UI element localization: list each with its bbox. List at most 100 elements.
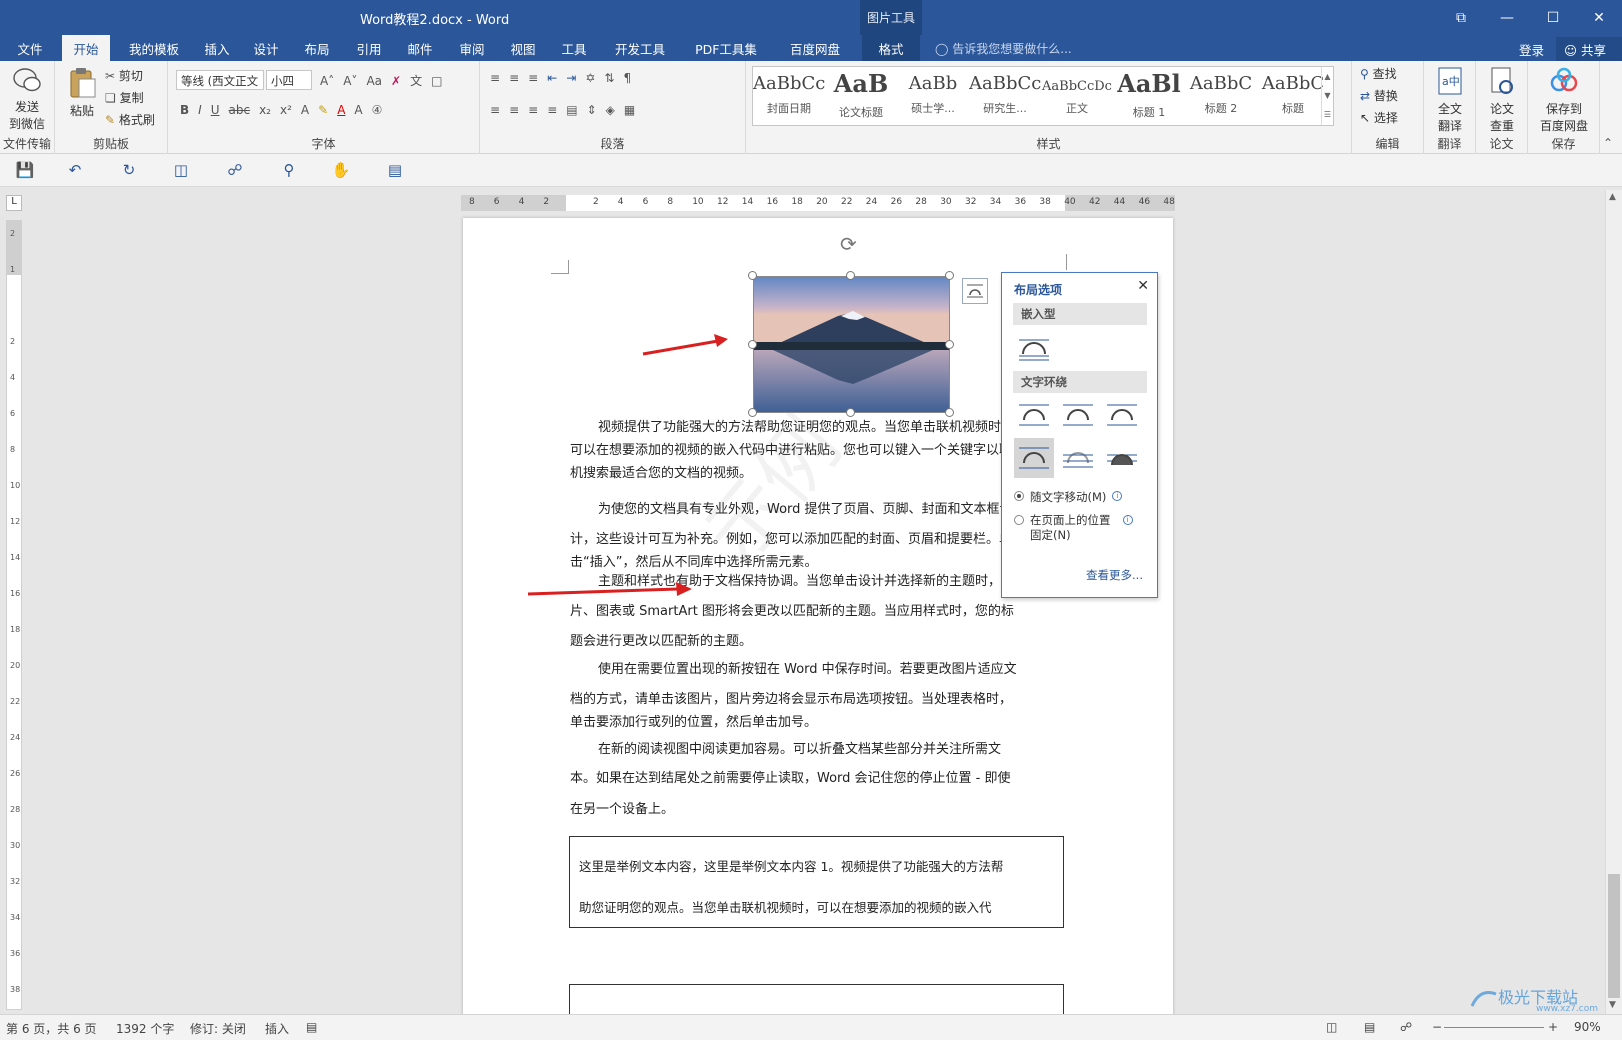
info-icon[interactable]: i	[1112, 491, 1123, 501]
page-count[interactable]: 第 6 页，共 6 页	[6, 1020, 97, 1037]
text-effects-icon[interactable]: A	[301, 103, 309, 117]
see-more-link[interactable]: 查看更多...	[1086, 567, 1143, 583]
resize-handle[interactable]	[945, 340, 954, 349]
style-item[interactable]: AaBbC 标题	[1257, 67, 1329, 125]
web-layout-icon[interactable]: ☍	[224, 160, 246, 180]
web-layout-view-icon[interactable]: ☍	[1400, 1020, 1412, 1034]
grow-font-icon[interactable]: A˄	[320, 74, 334, 88]
line-spacing-icon[interactable]: ⇕	[587, 103, 597, 117]
scrollbar-thumb[interactable]	[1608, 874, 1620, 998]
fix-position-radio[interactable]: 在页面上的位置 固定(N) i	[1014, 513, 1133, 543]
tab-selector[interactable]: L	[6, 195, 22, 211]
collapse-ribbon-icon[interactable]: ⌃	[1603, 136, 1613, 150]
ribbon-display-options-button[interactable]: ⧉	[1438, 0, 1484, 35]
print-preview-icon[interactable]: ⚲	[278, 160, 300, 180]
pinyin-icon[interactable]: 文	[410, 72, 422, 89]
selected-picture[interactable]	[748, 271, 954, 417]
info-icon[interactable]: i	[1122, 515, 1133, 525]
tab-14[interactable]: 格式	[862, 35, 920, 61]
style-item[interactable]: AaBbCc 研究生...	[969, 67, 1041, 125]
align-right-icon[interactable]: ≡	[528, 103, 538, 117]
tab-4[interactable]: 设计	[248, 35, 284, 61]
numbering-icon[interactable]: ≡	[509, 71, 519, 85]
style-item[interactable]: AaBb 硕士学...	[897, 67, 969, 125]
tab-3[interactable]: 插入	[198, 35, 236, 61]
customize-qat-icon[interactable]: ▤	[384, 160, 406, 180]
track-changes-status[interactable]: 修订: 关闭	[190, 1020, 246, 1037]
styles-gallery[interactable]: AaBbCc 封面日期 AaB 论文标题 AaBb 硕士学... AaBbCc 研究生... A…	[752, 66, 1334, 126]
enclose-char-icon[interactable]: ④	[372, 103, 383, 117]
style-item[interactable]: AaBbCc 封面日期	[753, 67, 825, 125]
increase-indent-icon[interactable]: ⇥	[566, 71, 576, 85]
vertical-ruler[interactable]: 2 1 2 4 6 8 10 12 14 16 18 20 22 24 26 28 30 32 34 36 38	[6, 220, 22, 1010]
print-layout-view-icon[interactable]: ▤	[1364, 1020, 1375, 1034]
superscript-icon[interactable]: x²	[280, 103, 292, 117]
clear-format-icon[interactable]: ✗	[391, 74, 401, 88]
zoom-slider[interactable]	[1444, 1027, 1544, 1028]
read-mode-view-icon[interactable]: ◫	[1326, 1020, 1337, 1034]
minimize-button[interactable]: —	[1484, 0, 1530, 35]
font-size-select[interactable]: 小四	[266, 70, 312, 90]
find-button[interactable]: ⚲ 查找	[1360, 65, 1397, 82]
undo-icon[interactable]: ↶	[64, 160, 86, 180]
scroll-up-icon[interactable]: ▲	[1609, 192, 1616, 202]
font-color-icon[interactable]: A	[337, 103, 345, 117]
login-link[interactable]: 登录	[1519, 40, 1544, 59]
tab-7[interactable]: 邮件	[400, 35, 440, 61]
char-shading-icon[interactable]: A	[354, 103, 362, 117]
replace-button[interactable]: ⇄ 替换	[1360, 87, 1398, 104]
highlight-icon[interactable]: ✎	[318, 103, 328, 117]
align-center-icon[interactable]: ≡	[509, 103, 519, 117]
resize-handle[interactable]	[748, 271, 757, 280]
redo-icon[interactable]: ↻	[118, 160, 140, 180]
resize-handle[interactable]	[846, 271, 855, 280]
zoom-out-icon[interactable]: −	[1432, 1020, 1442, 1034]
format-painter-button[interactable]: ✎ 格式刷	[105, 111, 155, 128]
send-wechat-button[interactable]: 发送 到微信	[8, 65, 46, 132]
subscript-icon[interactable]: x₂	[259, 103, 271, 117]
tab-8[interactable]: 审阅	[452, 35, 492, 61]
underline-icon[interactable]: U	[211, 103, 220, 117]
tab-0[interactable]: 文件	[14, 35, 46, 61]
wrap-behind-text-option[interactable]	[1058, 438, 1098, 478]
multilevel-list-icon[interactable]: ≡	[528, 71, 538, 85]
tab-9[interactable]: 视图	[504, 35, 542, 61]
tell-me-box[interactable]: ◯ 告诉我您想要做什么...	[935, 40, 1072, 57]
touch-mode-icon[interactable]: ✋	[330, 160, 352, 180]
tab-12[interactable]: PDF工具集	[686, 35, 766, 61]
move-with-text-radio[interactable]: 随文字移动(M) i	[1014, 489, 1123, 505]
text-box[interactable]: 这里是举例文本内容，这里是举例文本内容 1。视频提供了功能强大的方法帮 助您证明…	[569, 836, 1064, 928]
tab-10[interactable]: 工具	[554, 35, 594, 61]
strikethrough-icon[interactable]: abc	[229, 103, 251, 117]
gallery-scroll-icon[interactable]: ▲ ▼ ☰	[1321, 67, 1333, 125]
style-item[interactable]: AaB 论文标题	[825, 67, 897, 125]
tab-2[interactable]: 我的模板	[120, 35, 188, 61]
sort-icon[interactable]: ⇅	[604, 71, 614, 85]
close-icon[interactable]: ✕	[1137, 278, 1149, 294]
full-translate-button[interactable]: a中 全文 翻译	[1430, 65, 1470, 134]
resize-handle[interactable]	[945, 271, 954, 280]
justify-icon[interactable]: ≡	[547, 103, 557, 117]
close-button[interactable]: ✕	[1576, 0, 1622, 35]
style-item[interactable]: AaBl 标题 1	[1113, 67, 1185, 125]
paper-check-button[interactable]: 论文 查重	[1482, 65, 1522, 134]
word-count[interactable]: 1392 个字	[116, 1020, 174, 1037]
bold-icon[interactable]: B	[180, 103, 189, 117]
wrap-inline-option[interactable]	[1014, 329, 1054, 369]
shrink-font-icon[interactable]: A˅	[343, 74, 357, 88]
style-item[interactable]: AaBbC 标题 2	[1185, 67, 1257, 125]
select-button[interactable]: ↖ 选择	[1360, 109, 1398, 126]
share-button[interactable]: ☺ 共享	[1556, 37, 1622, 61]
align-left-icon[interactable]: ≡	[490, 103, 500, 117]
rotate-handle-icon[interactable]: ⟳	[840, 232, 857, 256]
tab-13[interactable]: 百度网盘	[780, 35, 850, 61]
tab-6[interactable]: 引用	[350, 35, 388, 61]
maximize-button[interactable]: ☐	[1530, 0, 1576, 35]
insert-mode-status[interactable]: 插入	[265, 1020, 289, 1037]
wrap-through-option[interactable]	[1102, 395, 1142, 435]
decrease-indent-icon[interactable]: ⇤	[547, 71, 557, 85]
save-icon[interactable]: 💾	[14, 160, 36, 180]
wrap-square-option[interactable]	[1014, 395, 1054, 435]
font-family-select[interactable]: 等线 (西文正文	[176, 70, 264, 90]
copy-button[interactable]: ❏ 复制	[105, 89, 144, 106]
